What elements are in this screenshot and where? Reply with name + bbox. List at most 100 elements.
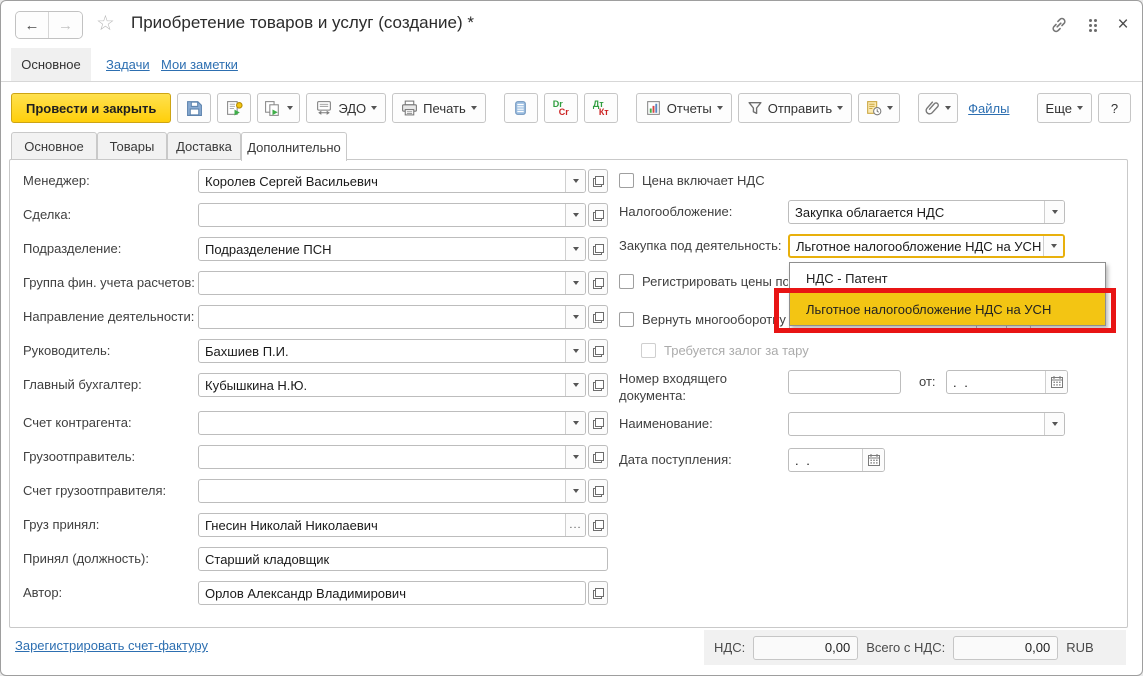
back-button[interactable]: ← xyxy=(16,12,49,38)
taxation-field[interactable]: Закупка облагается НДС xyxy=(788,200,1065,224)
chief-accountant-open-button[interactable] xyxy=(588,373,608,397)
window-menu-icon[interactable] xyxy=(1081,13,1105,37)
tab-additional[interactable]: Дополнительно xyxy=(241,132,347,161)
open-form-icon xyxy=(592,417,604,429)
nav-tab-main[interactable]: Основное xyxy=(11,48,91,81)
consignor-dropdown-button[interactable] xyxy=(565,446,585,468)
author-field[interactable]: Орлов Александр Владимирович xyxy=(198,581,586,605)
accepted-position-field[interactable]: Старший кладовщик xyxy=(198,547,608,571)
dropdown-item-vat-patent[interactable]: НДС - Патент xyxy=(790,263,1105,293)
consignor-acc-dropdown-button[interactable] xyxy=(565,480,585,502)
chief-accountant-field[interactable]: Кубышкина Н.Ю. xyxy=(198,373,586,397)
incoming-date-field[interactable]: . . xyxy=(946,370,1068,394)
deal-open-button[interactable] xyxy=(588,203,608,227)
dr-cr-button[interactable]: Dr Cr xyxy=(543,93,578,123)
chevron-down-icon xyxy=(572,383,579,387)
deal-dropdown-button[interactable] xyxy=(565,204,585,226)
tab-goods[interactable]: Товары xyxy=(97,132,167,160)
consignor-label: Грузоотправитель: xyxy=(23,449,136,464)
favorite-star-icon[interactable]: ☆ xyxy=(96,12,115,36)
reminder-button[interactable] xyxy=(858,93,901,123)
close-icon[interactable]: × xyxy=(1111,13,1135,37)
return-packaging-label[interactable]: Вернуть многооборотну xyxy=(642,308,788,332)
purchase-activity-field[interactable]: Льготное налогообложение НДС на УСН xyxy=(788,234,1065,258)
more-button[interactable]: Еще xyxy=(1036,93,1092,123)
forward-button[interactable]: → xyxy=(49,12,82,38)
name-field[interactable] xyxy=(788,412,1065,436)
activity-field[interactable] xyxy=(198,305,586,329)
nav-tab-my-notes[interactable]: Мои заметки xyxy=(161,48,238,81)
chevron-down-icon xyxy=(572,179,579,183)
nav-tab-tasks[interactable]: Задачи xyxy=(106,48,150,81)
post-and-close-button[interactable]: Провести и закрыть xyxy=(11,93,172,123)
return-packaging-checkbox[interactable] xyxy=(619,312,634,327)
manager-dropdown-button[interactable] xyxy=(565,170,585,192)
consignor-acc-label: Счет грузоотправителя: xyxy=(23,483,167,498)
author-open-button[interactable] xyxy=(588,581,608,605)
dropdown-item-preferential-vat-usn[interactable]: Льготное налогообложение НДС на УСН xyxy=(790,293,1105,325)
print-button[interactable]: Печать xyxy=(392,93,486,123)
edo-label: ЭДО xyxy=(338,100,367,116)
cargo-accepted-select-button[interactable]: ... xyxy=(565,514,585,536)
register-prices-checkbox[interactable] xyxy=(619,274,634,289)
chevron-down-icon xyxy=(572,421,579,425)
receipt-date-calendar-button[interactable] xyxy=(862,449,884,471)
register-prices-label[interactable]: Регистрировать цены по xyxy=(642,270,788,294)
incoming-number-field[interactable] xyxy=(788,370,901,394)
deal-field[interactable] xyxy=(198,203,586,227)
price-incl-vat-checkbox[interactable] xyxy=(619,173,634,188)
receipt-date-placeholder: . . xyxy=(795,452,812,468)
head-field[interactable]: Бахшиев П.И. xyxy=(198,339,586,363)
tab-delivery[interactable]: Доставка xyxy=(167,132,241,160)
register-invoice-link[interactable]: Зарегистрировать счет-фактуру xyxy=(15,638,208,653)
page-title: Приобретение товаров и услуг (создание) … xyxy=(131,13,474,32)
department-open-button[interactable] xyxy=(588,237,608,261)
counterparty-acc-dropdown-button[interactable] xyxy=(565,412,585,434)
fin-group-field[interactable] xyxy=(198,271,586,295)
post-document-button[interactable] xyxy=(217,93,252,123)
files-link[interactable]: Файлы xyxy=(964,101,1013,116)
open-form-icon xyxy=(592,485,604,497)
document-register-button[interactable] xyxy=(503,93,538,123)
cargo-accepted-open-button[interactable] xyxy=(588,513,608,537)
activity-open-button[interactable] xyxy=(588,305,608,329)
send-button[interactable]: Отправить xyxy=(737,93,853,123)
taxation-dropdown-button[interactable] xyxy=(1044,201,1064,223)
consignor-acc-field[interactable] xyxy=(198,479,586,503)
name-dropdown-button[interactable] xyxy=(1044,413,1064,435)
manager-open-button[interactable] xyxy=(588,169,608,193)
reports-button[interactable]: Отчеты xyxy=(635,93,732,123)
consignor-open-button[interactable] xyxy=(588,445,608,469)
head-dropdown-button[interactable] xyxy=(565,340,585,362)
attachments-button[interactable] xyxy=(918,93,959,123)
chief-accountant-dropdown-button[interactable] xyxy=(565,374,585,396)
fin-group-dropdown-button[interactable] xyxy=(565,272,585,294)
purchase-activity-dropdown-button[interactable] xyxy=(1043,236,1063,256)
consignor-acc-open-button[interactable] xyxy=(588,479,608,503)
counterparty-acc-open-button[interactable] xyxy=(588,411,608,435)
dt-kt-button[interactable]: Дт Кт xyxy=(583,93,618,123)
save-button[interactable] xyxy=(177,93,212,123)
department-value: Подразделение ПСН xyxy=(205,241,332,257)
fin-group-open-button[interactable] xyxy=(588,271,608,295)
incoming-date-calendar-button[interactable] xyxy=(1045,371,1067,393)
chevron-down-icon xyxy=(1051,422,1058,426)
manager-field[interactable]: Королев Сергей Васильевич xyxy=(198,169,586,193)
create-based-on-button[interactable] xyxy=(257,93,301,123)
link-icon xyxy=(1052,17,1066,33)
price-incl-vat-label[interactable]: Цена включает НДС xyxy=(642,169,765,193)
activity-dropdown-button[interactable] xyxy=(565,306,585,328)
send-icon xyxy=(748,101,762,115)
receipt-date-field[interactable]: . . xyxy=(788,448,885,472)
department-field[interactable]: Подразделение ПСН xyxy=(198,237,586,261)
help-button[interactable]: ? xyxy=(1098,93,1131,123)
department-dropdown-button[interactable] xyxy=(565,238,585,260)
head-open-button[interactable] xyxy=(588,339,608,363)
tab-main[interactable]: Основное xyxy=(11,132,97,160)
cargo-accepted-field[interactable]: Гнесин Николай Николаевич ... xyxy=(198,513,586,537)
consignor-field[interactable] xyxy=(198,445,586,469)
purchase-activity-label: Закупка под деятельность: xyxy=(619,238,782,253)
counterparty-acc-field[interactable] xyxy=(198,411,586,435)
edo-button[interactable]: ЭДО xyxy=(306,93,387,123)
get-link-icon[interactable] xyxy=(1047,13,1071,37)
